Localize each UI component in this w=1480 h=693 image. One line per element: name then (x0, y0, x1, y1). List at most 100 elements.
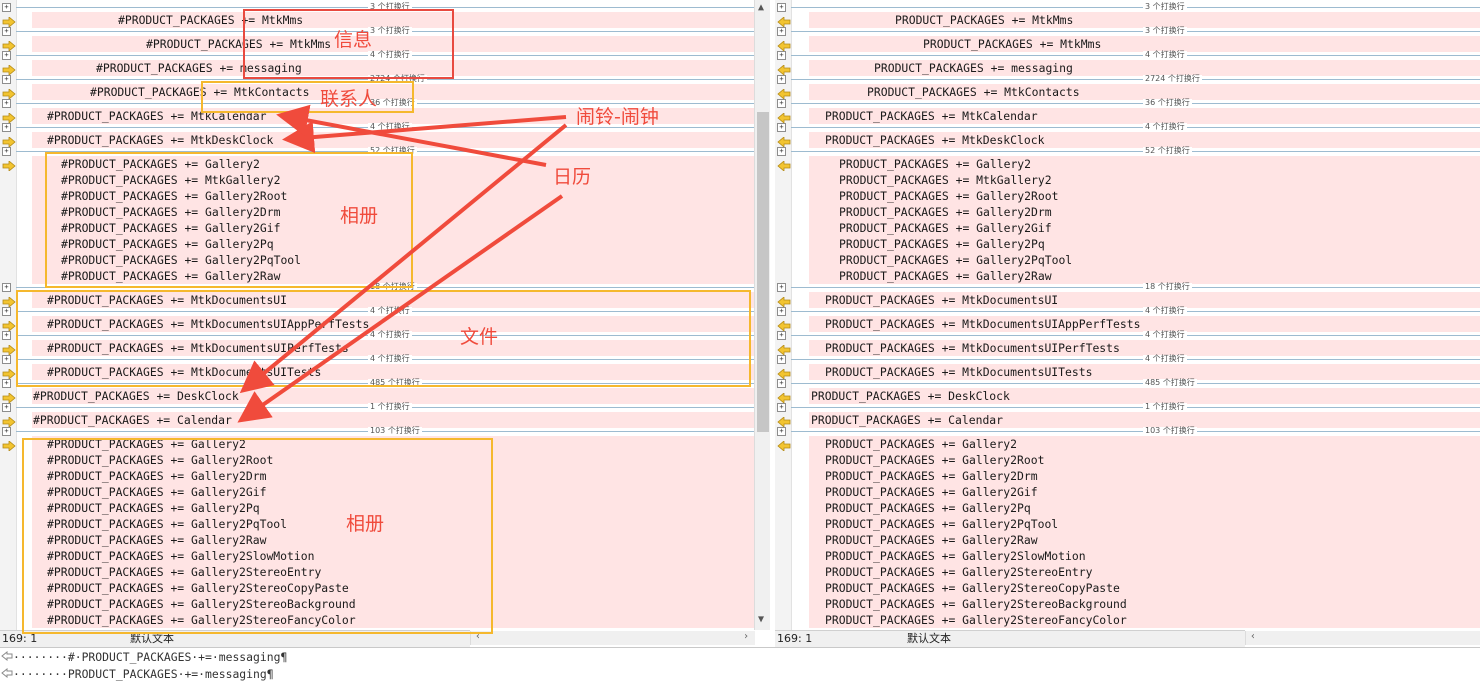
arrow-left-icon[interactable] (777, 320, 791, 332)
expand-icon[interactable]: + (777, 355, 786, 364)
diff-line-text: PRODUCT_PACKAGES += Gallery2StereoBackgr… (825, 597, 1127, 611)
diff-line[interactable]: PRODUCT_PACKAGES += Gallery2PqTool (809, 516, 1480, 532)
diff-line[interactable]: PRODUCT_PACKAGES += Gallery2StereoEntry (809, 564, 1480, 580)
diff-line[interactable]: PRODUCT_PACKAGES += MtkGallery2 (809, 172, 1480, 188)
diff-line[interactable]: PRODUCT_PACKAGES += Gallery2SlowMotion (809, 548, 1480, 564)
expand-icon[interactable]: + (777, 99, 786, 108)
diff-line-text: PRODUCT_PACKAGES += MtkGallery2 (839, 173, 1052, 187)
diff-line[interactable]: PRODUCT_PACKAGES += Gallery2PqTool (809, 252, 1480, 268)
right-line-arrow-icon (1, 668, 13, 678)
diff-line-text: PRODUCT_PACKAGES += Gallery2StereoCopyPa… (825, 581, 1120, 595)
arrow-left-icon[interactable] (777, 416, 791, 428)
arrow-left-icon[interactable] (777, 344, 791, 356)
diff-line[interactable]: PRODUCT_PACKAGES += Gallery2 (809, 436, 1480, 452)
diff-line-text: PRODUCT_PACKAGES += Gallery2Drm (825, 469, 1038, 483)
arrow-left-icon[interactable] (777, 16, 791, 28)
arrow-left-icon[interactable] (777, 64, 791, 76)
diff-line[interactable]: PRODUCT_PACKAGES += Gallery2Raw (809, 532, 1480, 548)
expand-icon[interactable]: + (777, 147, 786, 156)
diff-line-text: PRODUCT_PACKAGES += MtkMms (895, 13, 1074, 27)
arrow-left-icon[interactable] (777, 136, 791, 148)
copy-left-arrow-icon[interactable] (777, 368, 791, 380)
hidden-lines-count: 4 个打换行 (1143, 306, 1187, 315)
diff-line[interactable]: PRODUCT_PACKAGES += Gallery2Pq (809, 236, 1480, 252)
diff-line-text: PRODUCT_PACKAGES += Gallery2 (825, 437, 1018, 451)
right-compare-pane[interactable]: PRODUCT_PACKAGES += MtkMms PRODUCT_PACKAG… (775, 0, 1480, 630)
expand-icon[interactable]: + (777, 3, 786, 12)
copy-left-arrow-icon[interactable] (777, 136, 791, 148)
copy-left-arrow-icon[interactable] (777, 64, 791, 76)
scroll-left-icon[interactable]: ‹ (1250, 631, 1256, 642)
expand-icon[interactable]: + (777, 283, 786, 292)
diff-line[interactable]: PRODUCT_PACKAGES += Gallery2Gif (809, 220, 1480, 236)
hidden-lines-count: 3 个打换行 (1143, 2, 1187, 11)
arrow-left-icon[interactable] (777, 88, 791, 100)
expand-icon[interactable]: + (777, 307, 786, 316)
diff-line[interactable]: PRODUCT_PACKAGES += Gallery2Pq (809, 500, 1480, 516)
arrow-left-icon[interactable] (777, 440, 791, 452)
copy-left-arrow-icon[interactable] (777, 40, 791, 52)
copy-left-arrow-icon[interactable] (777, 392, 791, 404)
diff-line[interactable]: PRODUCT_PACKAGES += Gallery2 (809, 156, 1480, 172)
copy-left-arrow-icon[interactable] (777, 440, 791, 452)
copy-left-arrow-icon[interactable] (777, 88, 791, 100)
expand-icon[interactable]: + (777, 27, 786, 36)
copy-left-arrow-icon[interactable] (777, 344, 791, 356)
arrow-left-icon[interactable] (777, 368, 791, 380)
hidden-lines-count: 18 个打换行 (1143, 282, 1192, 291)
hidden-lines-separator (791, 127, 1480, 128)
diff-line-text: PRODUCT_PACKAGES += Gallery2Root (839, 189, 1059, 203)
left-line-detail: ········#·PRODUCT_PACKAGES·+=·messaging¶ (13, 650, 288, 664)
diff-line-text: PRODUCT_PACKAGES += Gallery2Pq (839, 237, 1045, 251)
left-horizontal-scrollbar[interactable]: ‹ › (470, 631, 755, 645)
diff-line[interactable]: PRODUCT_PACKAGES += Gallery2StereoFancyC… (809, 612, 1480, 628)
diff-line[interactable]: PRODUCT_PACKAGES += Gallery2StereoBackgr… (809, 596, 1480, 612)
hidden-lines-separator (791, 407, 1480, 408)
expand-icon[interactable]: + (777, 403, 786, 412)
hidden-lines-count: 52 个打换行 (1143, 146, 1192, 155)
right-encoding-label: 默认文本 (907, 632, 951, 645)
copy-left-arrow-icon[interactable] (777, 416, 791, 428)
diff-line-text: PRODUCT_PACKAGES += Gallery2 (839, 157, 1032, 171)
diff-line[interactable]: PRODUCT_PACKAGES += Gallery2StereoCopyPa… (809, 580, 1480, 596)
diff-line[interactable]: PRODUCT_PACKAGES += Gallery2Root (809, 452, 1480, 468)
annotation-arrows (237, 104, 568, 423)
diff-line-text: PRODUCT_PACKAGES += Gallery2Raw (839, 269, 1052, 283)
diff-line-text: PRODUCT_PACKAGES += MtkContacts (867, 85, 1080, 99)
hidden-lines-count: 103 个打换行 (1143, 426, 1197, 435)
diff-line[interactable]: PRODUCT_PACKAGES += Gallery2Drm (809, 468, 1480, 484)
arrow-left-icon[interactable] (777, 112, 791, 124)
expand-icon[interactable]: + (777, 331, 786, 340)
diff-line-text: PRODUCT_PACKAGES += MtkDocumentsUIAppPer… (825, 317, 1141, 331)
diff-line-text: PRODUCT_PACKAGES += DeskClock (811, 389, 1010, 403)
arrow-left-icon[interactable] (777, 40, 791, 52)
right-status-bar: 169: 1 默认文本 (775, 630, 1245, 647)
diff-line[interactable]: PRODUCT_PACKAGES += Gallery2Drm (809, 204, 1480, 220)
expand-icon[interactable]: + (777, 75, 786, 84)
arrow-left-icon[interactable] (777, 392, 791, 404)
arrow-alarm-to-deskclock-new (239, 123, 568, 394)
copy-left-arrow-icon[interactable] (777, 112, 791, 124)
expand-icon[interactable]: + (777, 379, 786, 388)
expand-icon[interactable]: + (777, 51, 786, 60)
hidden-lines-count: 2724 个打换行 (1143, 74, 1202, 83)
arrow-left-icon[interactable] (777, 160, 791, 172)
right-cursor-position: 169: 1 (777, 632, 813, 645)
arrow-left-icon[interactable] (777, 296, 791, 308)
diff-line-text: PRODUCT_PACKAGES += MtkDocumentsUI (825, 293, 1059, 307)
hidden-lines-separator (791, 31, 1480, 32)
right-horizontal-scrollbar[interactable]: ‹ (1245, 631, 1480, 645)
scroll-right-icon[interactable]: › (743, 631, 749, 642)
expand-icon[interactable]: + (777, 427, 786, 436)
diff-line[interactable]: PRODUCT_PACKAGES += Gallery2Gif (809, 484, 1480, 500)
hidden-lines-separator (791, 55, 1480, 56)
diff-line-text: PRODUCT_PACKAGES += MtkDocumentsUITests (825, 365, 1093, 379)
copy-left-arrow-icon[interactable] (777, 320, 791, 332)
diff-line-text: PRODUCT_PACKAGES += Calendar (811, 413, 1004, 427)
copy-left-arrow-icon[interactable] (777, 16, 791, 28)
diff-line[interactable]: PRODUCT_PACKAGES += Gallery2Root (809, 188, 1480, 204)
copy-left-arrow-icon[interactable] (777, 296, 791, 308)
copy-left-arrow-icon[interactable] (777, 160, 791, 172)
expand-icon[interactable]: + (777, 123, 786, 132)
hidden-lines-separator (791, 7, 1480, 8)
